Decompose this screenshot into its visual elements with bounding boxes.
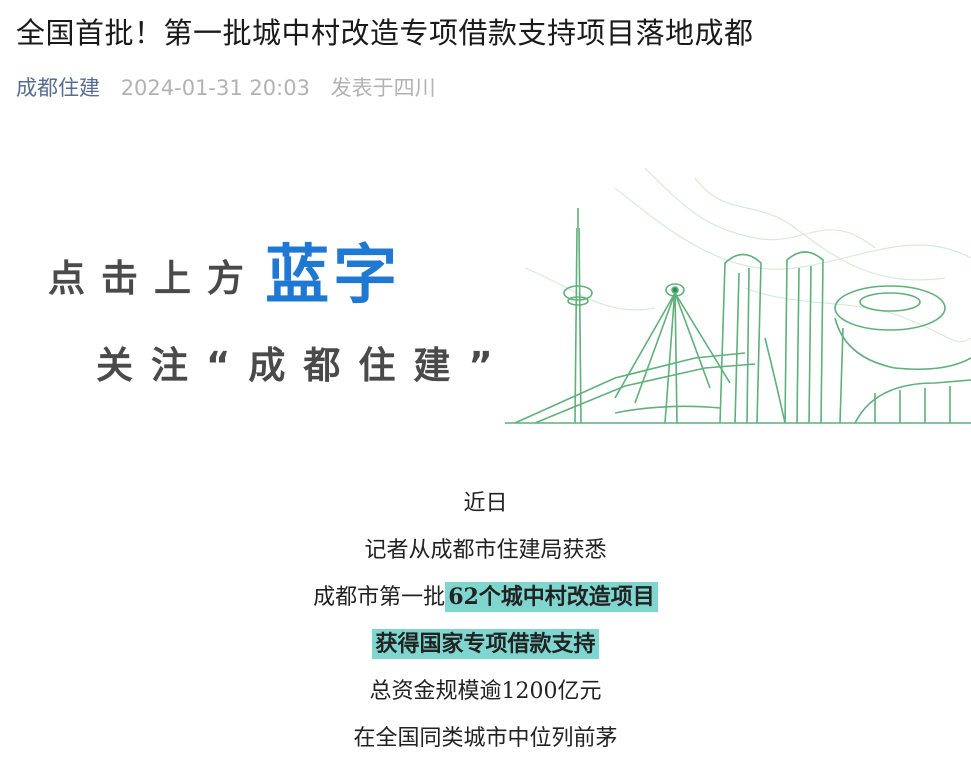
article-body: 近日 记者从成都市住建局获悉 成都市第一批 62个城中村改造项目 获得国家专项借款… [0,480,971,762]
paragraph-5: 总资金规模逾1200亿元 [369,679,602,704]
highlight-loan-support: 获得国家专项借款支持 [372,629,599,659]
paragraph-6: 在全国同类城市中位列前茅 [353,726,618,751]
paragraph-4: 获得国家专项借款支持 [0,621,971,668]
publish-date: 2024-01-31 20:03 [120,76,310,100]
banner-line-1: 点击上方 蓝字 [48,224,401,316]
highlight-project-count: 62个城中村改造项目 [445,582,658,612]
paragraph-3-prefix: 成都市第一批 [313,585,446,610]
banner-follow-text: 关注“成都住建” [96,344,511,387]
publish-location: 发表于四川 [330,76,436,100]
paragraph-3: 成都市第一批 62个城中村改造项目 [0,574,971,621]
banner-click-text: 点击上方 [48,257,260,300]
city-skyline-illustration [505,168,971,424]
article-meta: 成都住建 2024-01-31 20:03 发表于四川 [16,72,436,102]
banner-blue-text: 蓝字 [265,239,402,313]
paragraph-2: 记者从成都市住建局获悉 [364,538,607,563]
author-link[interactable]: 成都住建 [16,76,100,100]
article-title: 全国首批！第一批城中村改造专项借款支持项目落地成都 [16,16,754,50]
paragraph-1: 近日 [463,491,508,516]
follow-banner-image: 点击上方 蓝字 关注“成都住建” [0,160,971,430]
